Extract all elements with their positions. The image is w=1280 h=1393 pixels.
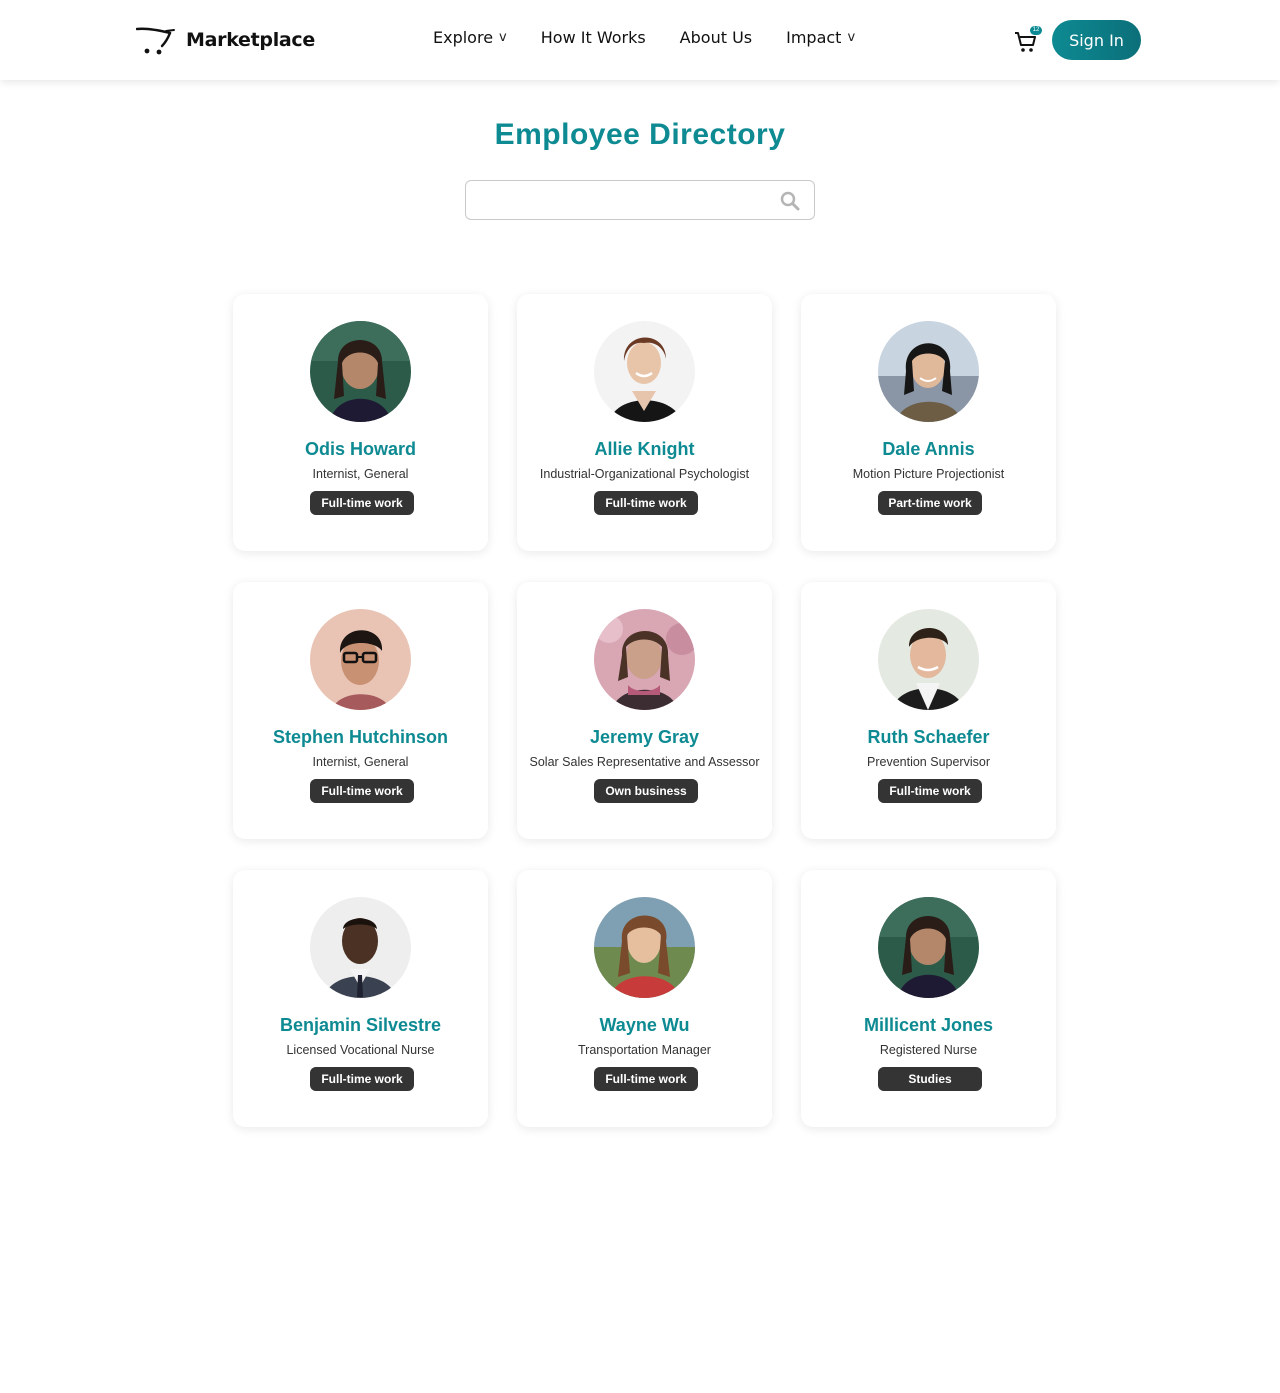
employee-card[interactable]: Odis Howard Internist, General Full-time… [233, 294, 488, 551]
nav-how-it-works-label: How It Works [540, 28, 646, 47]
employment-type-badge: Full-time work [310, 491, 414, 515]
employment-type-badge: Own business [594, 779, 698, 803]
employee-name: Stephen Hutchinson [273, 727, 448, 747]
employee-photo [594, 609, 695, 710]
employment-type-badge: Part-time work [878, 491, 982, 515]
chevron-down-icon: v [847, 30, 856, 45]
cart-logo-icon [136, 27, 175, 55]
employee-card[interactable]: Allie Knight Industrial-Organizational P… [517, 294, 772, 551]
employee-role: Motion Picture Projectionist [852, 467, 1005, 481]
nav-about-us-label: About Us [679, 28, 753, 47]
employee-card[interactable]: Millicent Jones Registered Nurse Studies [801, 870, 1056, 1127]
employee-name: Benjamin Silvestre [279, 1015, 442, 1035]
nav-impact-label: Impact [786, 28, 842, 47]
employment-type-badge: Full-time work [594, 491, 698, 515]
search-box [465, 180, 815, 220]
employee-role: Transportation Manager [578, 1043, 711, 1057]
employee-card[interactable]: Ruth Schaefer Prevention Supervisor Full… [801, 582, 1056, 839]
employee-name: Odis Howard [304, 439, 416, 459]
cart-count-badge: 12 [1030, 26, 1042, 35]
employee-role: Industrial-Organizational Psychologist [539, 467, 750, 481]
employee-card[interactable]: Stephen Hutchinson Internist, General Fu… [233, 582, 488, 839]
top-navbar: Marketplace Explore v How It Works About… [0, 0, 1280, 80]
search-input[interactable] [466, 181, 766, 219]
nav-how-it-works[interactable]: How It Works [541, 28, 646, 47]
employment-type-badge: Full-time work [594, 1067, 698, 1091]
brand-logo[interactable]: Marketplace [136, 24, 315, 56]
employee-role: Licensed Vocational Nurse [286, 1043, 435, 1057]
employee-name: Millicent Jones [863, 1015, 994, 1035]
brand-name: Marketplace [186, 29, 315, 51]
nav-impact[interactable]: Impact v [786, 28, 855, 47]
employee-card[interactable]: Dale Annis Motion Picture Projectionist … [801, 294, 1056, 551]
employment-type-badge: Full-time work [310, 779, 414, 803]
employee-photo [878, 897, 979, 998]
employee-name: Allie Knight [594, 439, 695, 459]
employee-card[interactable]: Benjamin Silvestre Licensed Vocational N… [233, 870, 488, 1127]
employee-role: Registered Nurse [879, 1043, 978, 1057]
search-icon[interactable] [780, 191, 800, 211]
employee-photo [878, 321, 979, 422]
cart-button[interactable]: 12 [1014, 26, 1042, 54]
employee-name: Jeremy Gray [589, 727, 700, 747]
employee-photo [594, 321, 695, 422]
employee-role: Solar Sales Representative and Assessor [529, 755, 760, 769]
employee-role: Prevention Supervisor [867, 755, 990, 769]
employee-name: Dale Annis [882, 439, 975, 459]
page-title: Employee Directory [494, 118, 786, 151]
employment-type-badge: Full-time work [878, 779, 982, 803]
employee-photo [310, 897, 411, 998]
employee-photo [878, 609, 979, 710]
employee-role: Internist, General [312, 755, 409, 769]
main-nav: Explore v How It Works About Us Impact v [433, 28, 889, 47]
employee-card[interactable]: Wayne Wu Transportation Manager Full-tim… [517, 870, 772, 1127]
employee-photo [310, 321, 411, 422]
nav-explore-label: Explore [433, 28, 494, 47]
employee-photo [594, 897, 695, 998]
nav-explore[interactable]: Explore v [433, 28, 507, 47]
employee-name: Ruth Schaefer [867, 727, 990, 747]
employee-name: Wayne Wu [599, 1015, 690, 1035]
employment-type-badge: Studies [878, 1067, 982, 1091]
chevron-down-icon: v [499, 30, 507, 45]
employee-role: Internist, General [312, 467, 409, 481]
employment-type-badge: Full-time work [310, 1067, 414, 1091]
employee-photo [310, 609, 411, 710]
sign-in-button[interactable]: Sign In [1052, 20, 1141, 60]
nav-about-us[interactable]: About Us [680, 28, 752, 47]
employee-card[interactable]: Jeremy Gray Solar Sales Representative a… [517, 582, 772, 839]
